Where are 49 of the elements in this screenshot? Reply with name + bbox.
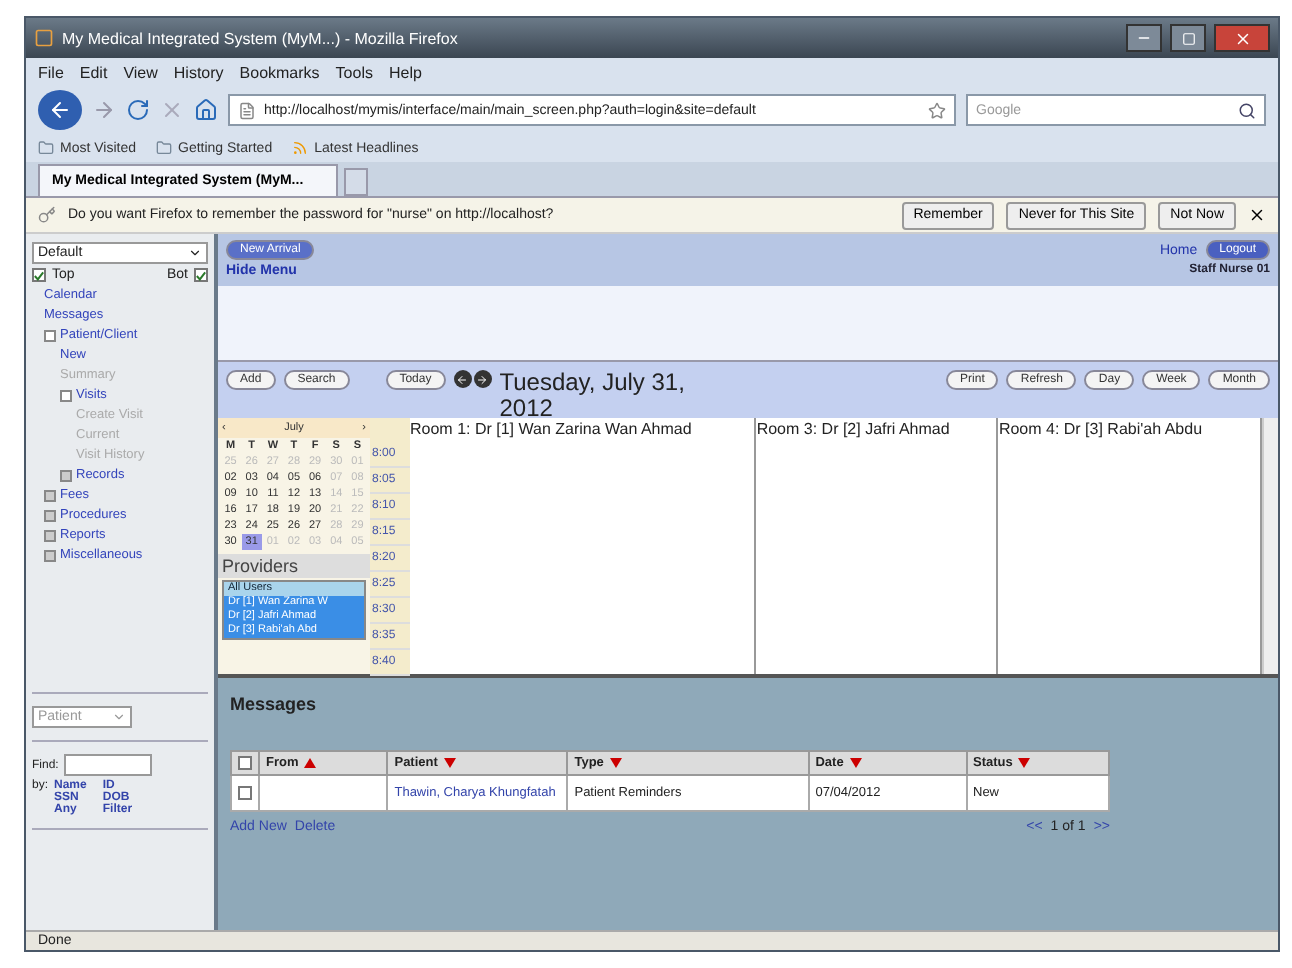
sort-icon[interactable] xyxy=(304,758,317,768)
room-header: Room 3: Dr [2] Jafri Ahmad xyxy=(756,418,952,442)
providers-title: Providers xyxy=(218,554,370,578)
dropdown-icon[interactable] xyxy=(188,246,202,260)
menu-item[interactable]: File xyxy=(38,63,64,81)
star-icon[interactable] xyxy=(928,101,946,119)
find-field[interactable] xyxy=(64,754,153,776)
home-icon[interactable] xyxy=(194,98,218,122)
date-title: Tuesday, July 31, 2012 xyxy=(499,370,687,422)
menu-item[interactable]: Tools xyxy=(335,63,373,81)
sort-icon[interactable] xyxy=(849,758,862,768)
tree-toggle-icon[interactable] xyxy=(44,530,56,542)
feed-icon xyxy=(292,140,309,156)
tree-toggle-icon[interactable] xyxy=(60,390,72,402)
sort-icon[interactable] xyxy=(609,758,622,768)
tree-toggle-icon[interactable] xyxy=(60,470,72,482)
scrollbar[interactable] xyxy=(1262,418,1278,674)
maximize-button[interactable] xyxy=(1170,24,1206,52)
top-checkbox[interactable] xyxy=(32,268,46,282)
room-header: Room 1: Dr [1] Wan Zarina Wan Ahmad xyxy=(410,418,694,442)
close-icon[interactable] xyxy=(1248,206,1266,224)
select-all-checkbox[interactable] xyxy=(238,756,252,770)
menu-item[interactable]: Bookmarks xyxy=(239,63,320,81)
folder-icon xyxy=(156,140,172,156)
key-icon xyxy=(38,206,56,224)
menu-item[interactable]: History xyxy=(173,63,224,81)
tree-toggle-icon[interactable] xyxy=(44,490,56,502)
tree-toggle-icon[interactable] xyxy=(44,550,56,562)
app-icon xyxy=(34,28,54,48)
search-icon[interactable] xyxy=(1238,101,1256,119)
tree-toggle-icon[interactable] xyxy=(44,510,56,522)
back-arrow-icon[interactable] xyxy=(48,98,72,122)
window-title: My Medical Integrated System (MyM...) - Mozilla Firefox xyxy=(62,29,460,47)
minimize-button[interactable] xyxy=(1126,24,1162,52)
back-button[interactable] xyxy=(38,90,82,130)
room-header: Room 4: Dr [3] Rabi'ah Abdu xyxy=(998,418,1205,442)
row-checkbox[interactable] xyxy=(238,786,252,800)
menu-item[interactable]: Help xyxy=(388,63,422,81)
menu-item[interactable]: Edit xyxy=(79,63,108,81)
sort-icon[interactable] xyxy=(1018,758,1031,768)
tree-toggle-icon[interactable] xyxy=(44,330,56,342)
sort-icon[interactable] xyxy=(443,758,456,768)
close-button[interactable] xyxy=(1214,24,1270,52)
messages-title: Messages xyxy=(230,694,319,714)
menu-item[interactable]: View xyxy=(123,63,158,81)
folder-icon xyxy=(38,140,54,156)
reload-icon[interactable] xyxy=(126,98,150,122)
bot-checkbox[interactable] xyxy=(194,268,208,282)
page-icon xyxy=(238,101,256,119)
